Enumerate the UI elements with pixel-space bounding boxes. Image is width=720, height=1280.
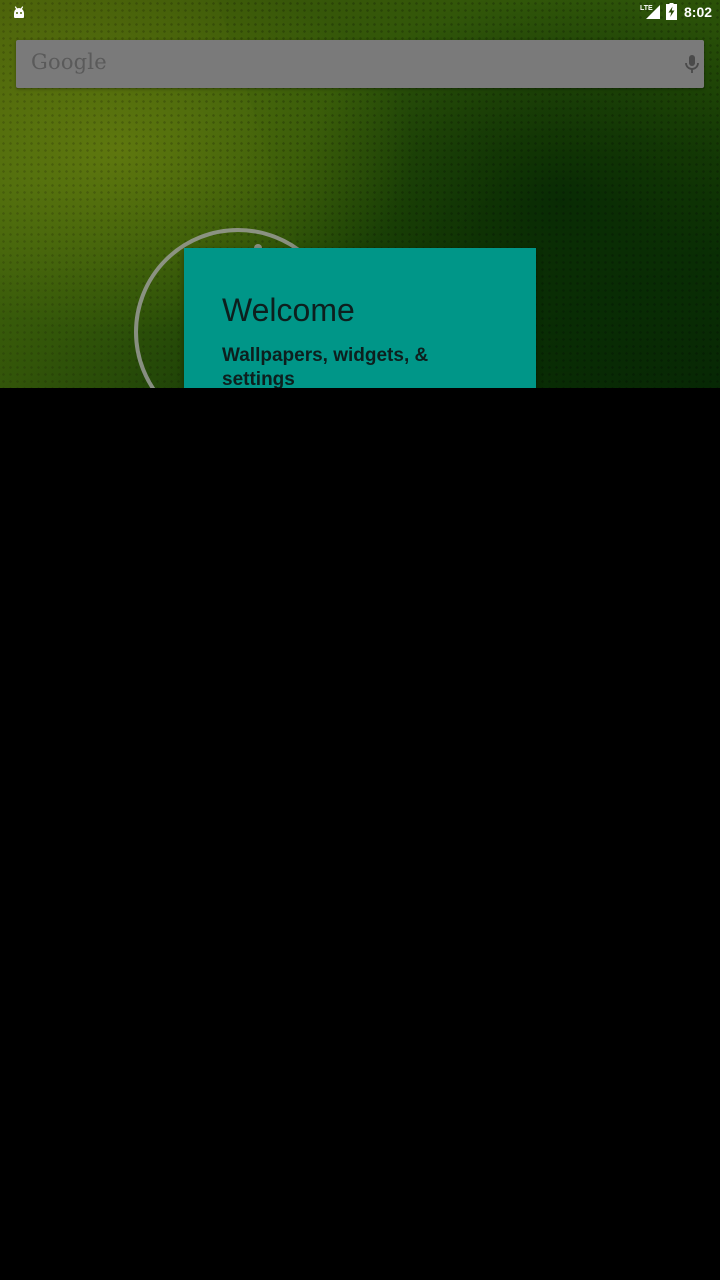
welcome-card[interactable]: Welcome Wallpapers, widgets, & settings [184, 248, 536, 388]
mic-icon[interactable] [680, 52, 704, 76]
home-screen: LTE 8:02 Google Welcome Wallpapers, widg… [0, 0, 720, 1280]
screen-overlay [0, 388, 720, 1280]
welcome-title: Welcome [222, 292, 355, 328]
google-search-bar[interactable]: Google [16, 40, 704, 88]
google-logo: Google [31, 50, 107, 74]
android-icon [14, 6, 24, 18]
status-clock: 8:02 [684, 4, 713, 20]
status-bar: LTE 8:02 [0, 0, 720, 24]
welcome-subtitle: Wallpapers, widgets, & settings [222, 345, 429, 388]
network-label: LTE [640, 5, 653, 12]
signal-icon: LTE [640, 5, 660, 19]
battery-charging-icon [666, 3, 677, 20]
